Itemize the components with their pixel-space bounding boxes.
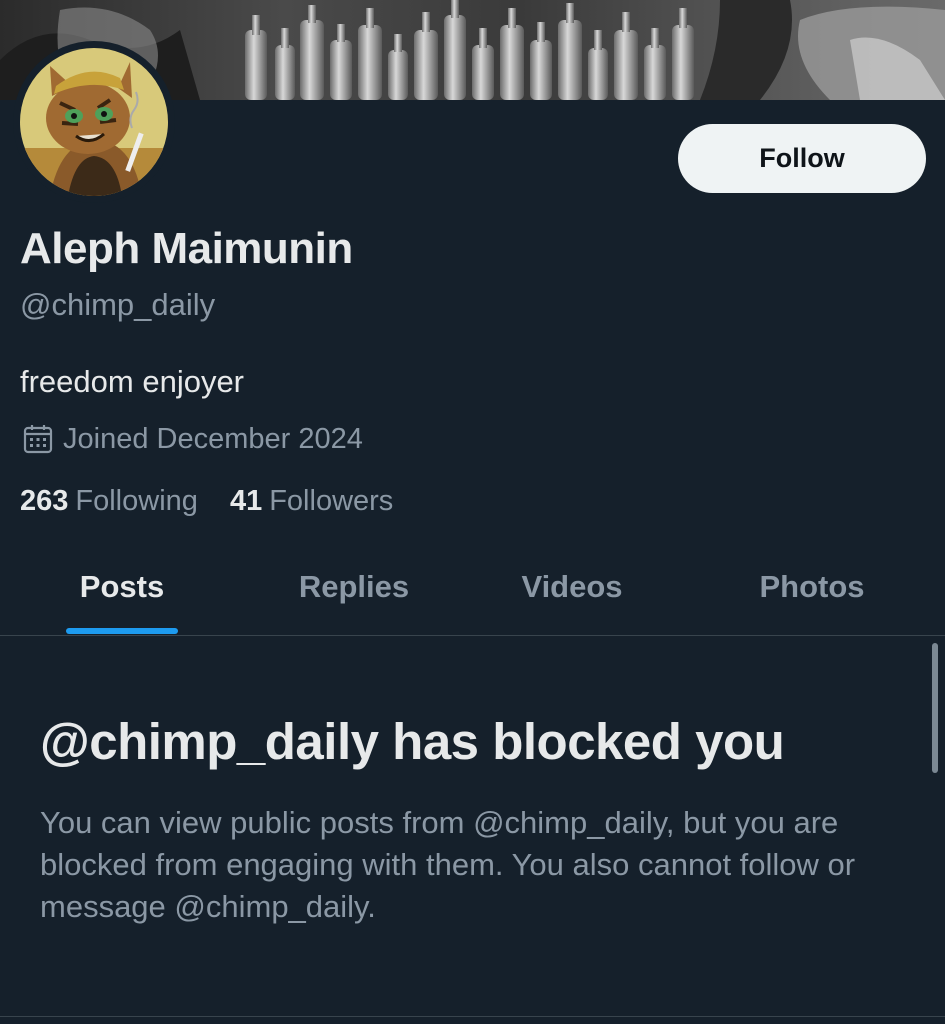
display-name: Aleph Maimunin (20, 224, 353, 273)
follow-button[interactable]: Follow (678, 124, 926, 193)
followers-count: 41 (229, 485, 263, 517)
tab-replies[interactable]: Replies (284, 555, 424, 635)
profile-page: Follow Aleph Maimunin @chimp_daily freed… (0, 0, 945, 1024)
profile-bio: freedom enjoyer (20, 364, 245, 399)
avatar-container[interactable] (13, 41, 175, 203)
tab-photos[interactable]: Photos (744, 555, 880, 635)
blocked-message: You can view public posts from @chimp_da… (40, 805, 856, 924)
tab-videos[interactable]: Videos (506, 555, 638, 635)
profile-tabs: Posts Replies Videos Photos (0, 555, 945, 636)
followers-link[interactable]: 41 Followers (230, 485, 393, 518)
following-count: 263 (20, 485, 69, 517)
following-link[interactable]: 263 Following (20, 485, 198, 518)
username-handle: @chimp_daily (20, 287, 216, 322)
avatar[interactable] (20, 48, 168, 196)
calendar-icon (22, 423, 54, 455)
active-tab-indicator (66, 628, 178, 634)
following-label: Following (75, 485, 198, 517)
blocked-title: @chimp_daily has blocked you (40, 713, 785, 770)
divider (0, 1016, 945, 1017)
joined-date: Joined December 2024 (22, 420, 363, 458)
scrollbar[interactable] (932, 643, 938, 773)
followers-label: Followers (269, 485, 394, 517)
tab-posts[interactable]: Posts (66, 555, 178, 635)
follow-stats: 263 Following 41 Followers (20, 485, 417, 518)
joined-text: Joined December 2024 (63, 422, 363, 455)
